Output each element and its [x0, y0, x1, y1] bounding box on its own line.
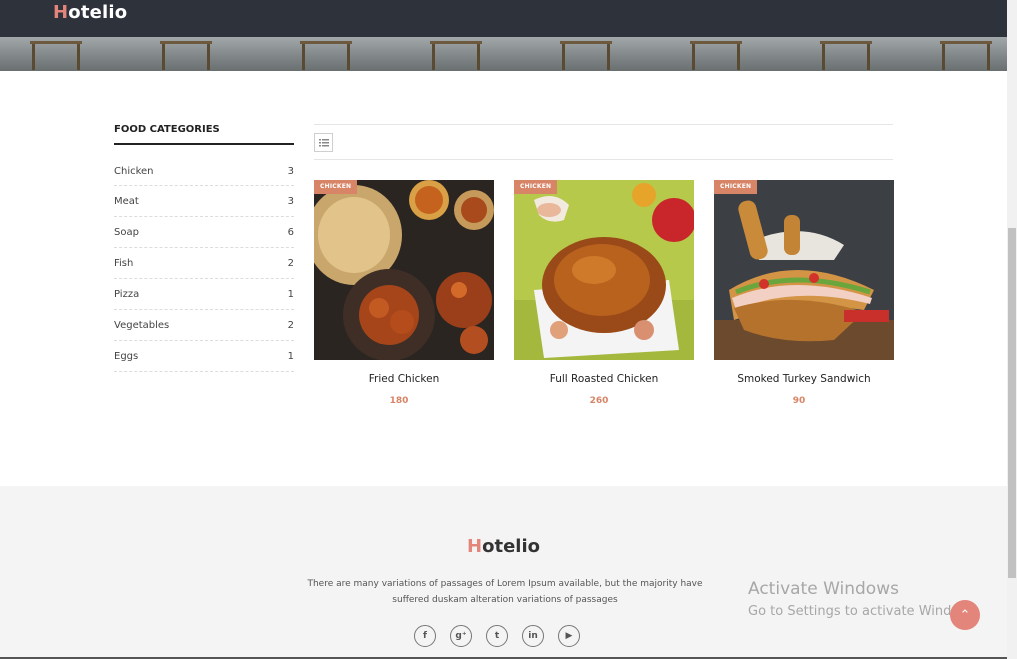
category-tag[interactable]: CHICKEN	[514, 180, 558, 194]
sidebar-title: FOOD CATEGORIES	[114, 124, 294, 145]
category-item-pizza[interactable]: Pizza 1	[114, 279, 294, 310]
category-item-soap[interactable]: Soap 6	[114, 217, 294, 248]
top-navbar: Hotelio	[0, 0, 1007, 37]
site-logo[interactable]: Hotelio	[53, 2, 127, 23]
footer-description: There are many variations of passages of…	[307, 579, 703, 605]
product-card[interactable]: CHICKEN Fried Chicken 180	[314, 180, 494, 406]
scroll-to-top-button[interactable]: ⌃	[950, 600, 980, 630]
facebook-icon[interactable]: f	[414, 625, 436, 647]
category-sidebar: FOOD CATEGORIES Chicken 3 Meat 3 Soap 6 Fis…	[114, 124, 294, 372]
category-item-chicken[interactable]: Chicken 3	[114, 158, 294, 186]
windows-activation-watermark: Activate Windows Go to Settings to activ…	[748, 579, 981, 619]
category-tag[interactable]: CHICKEN	[314, 180, 358, 194]
site-footer: Hotelio There are many variations of pas…	[0, 486, 1007, 659]
product-price: 180	[389, 396, 409, 406]
footer-logo[interactable]: Hotelio	[0, 536, 1007, 557]
category-item-fish[interactable]: Fish 2	[114, 248, 294, 279]
chevron-up-icon: ⌃	[959, 607, 971, 623]
category-item-meat[interactable]: Meat 3	[114, 186, 294, 217]
list-view-icon[interactable]	[314, 133, 333, 152]
youtube-icon[interactable]: ▶	[558, 625, 580, 647]
hero-banner-image	[0, 37, 1007, 71]
product-price: 90	[792, 396, 806, 406]
product-title[interactable]: Full Roasted Chicken	[514, 373, 694, 385]
scrollbar-thumb[interactable]	[1008, 228, 1016, 578]
product-price: 260	[589, 396, 609, 406]
category-list: Chicken 3 Meat 3 Soap 6 Fish 2 Pizza 1 Vegeta…	[114, 158, 294, 372]
linkedin-icon[interactable]: in	[522, 625, 544, 647]
category-item-vegetables[interactable]: Vegetables 2	[114, 310, 294, 341]
product-title[interactable]: Smoked Turkey Sandwich	[714, 373, 894, 385]
product-toolbar	[314, 124, 893, 160]
product-image-roasted-chicken[interactable]: CHICKEN	[514, 180, 694, 360]
product-image-fried-chicken[interactable]: CHICKEN	[314, 180, 494, 360]
product-card[interactable]: CHICKEN Smoked Turkey Sandwich 90	[714, 180, 894, 406]
product-card[interactable]: CHICKEN Full Roasted Chicken 260	[514, 180, 694, 406]
google-plus-icon[interactable]: g⁺	[450, 625, 472, 647]
social-links: f g⁺ t in ▶	[414, 625, 580, 647]
product-title[interactable]: Fried Chicken	[314, 373, 494, 385]
page-scrollbar[interactable]	[1007, 0, 1017, 659]
category-item-eggs[interactable]: Eggs 1	[114, 341, 294, 372]
category-tag[interactable]: CHICKEN	[714, 180, 758, 194]
product-image-turkey-sandwich[interactable]: CHICKEN	[714, 180, 894, 360]
tumblr-icon[interactable]: t	[486, 625, 508, 647]
